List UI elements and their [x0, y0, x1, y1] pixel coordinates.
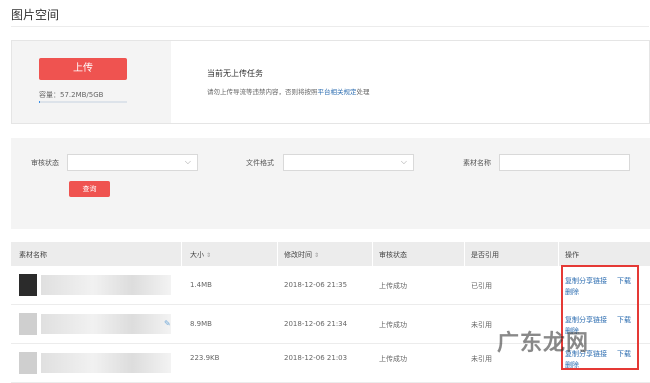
platform-rules-link[interactable]: 平台相关规定 [318, 88, 357, 96]
file-format-select[interactable]: ⌵ [283, 154, 414, 171]
material-name-obscured [41, 353, 171, 373]
copy-share-link[interactable]: 复制分享链接 [565, 315, 607, 325]
modified-cell: 2018-12-06 21:35 [284, 281, 348, 289]
upload-area: 上传 容量：57.2MB/5GB [12, 41, 171, 123]
delete-link[interactable]: 删除 [565, 287, 579, 297]
download-link[interactable]: 下载 [617, 315, 631, 325]
download-link[interactable]: 下载 [617, 276, 631, 286]
storage-quota: 容量：57.2MB/5GB [39, 91, 104, 99]
sort-icon[interactable]: ⇕ [206, 252, 211, 259]
header-name: 素材名称 [19, 251, 47, 259]
header-modified[interactable]: 修改时间 ⇕ [284, 250, 319, 260]
filter-panel: 审核状态 ⌵ 文件格式 ⌵ 素材名称 查询 [11, 138, 650, 229]
chevron-down-icon: ⌵ [184, 157, 191, 166]
notice-suffix: 处理 [356, 88, 370, 96]
column-divider [464, 242, 465, 266]
size-cell: 223.9KB [190, 354, 220, 362]
file-format-label: 文件格式 [246, 159, 274, 167]
header-size-label: 大小 [190, 251, 204, 259]
size-cell: 8.9MB [190, 320, 212, 328]
download-link[interactable]: 下载 [617, 349, 631, 359]
table-row: 1.4MB 2018-12-06 21:35 上传成功 已引用 复制分享链接 下… [11, 266, 650, 305]
column-divider [277, 242, 278, 266]
referenced-cell: 未引用 [471, 355, 492, 363]
header-modified-label: 修改时间 [284, 251, 312, 259]
modified-cell: 2018-12-06 21:34 [284, 320, 348, 328]
edit-icon[interactable]: ✎ [164, 319, 171, 328]
material-name-obscured [41, 314, 171, 334]
column-divider [558, 242, 559, 266]
material-thumbnail[interactable] [19, 313, 37, 335]
review-cell: 上传成功 [379, 355, 407, 363]
chevron-down-icon: ⌵ [400, 157, 407, 166]
header-referenced: 是否引用 [471, 251, 499, 259]
upload-task-status: 当前无上传任务 [207, 69, 263, 78]
notice-prefix: 请勿上传导流等违禁内容，否则将按照 [207, 88, 318, 96]
review-status-select[interactable]: ⌵ [67, 154, 198, 171]
sort-icon[interactable]: ⇕ [314, 252, 319, 259]
upload-notice: 请勿上传导流等违禁内容，否则将按照平台相关规定处理 [207, 86, 370, 96]
material-name-input[interactable] [499, 154, 630, 171]
header-review: 审核状态 [379, 251, 407, 259]
table-header: 素材名称 大小 ⇕ 修改时间 ⇕ 审核状态 是否引用 操作 [11, 242, 650, 266]
header-actions: 操作 [565, 251, 579, 259]
title-divider [11, 26, 649, 27]
review-cell: 上传成功 [379, 282, 407, 290]
material-thumbnail[interactable] [19, 352, 37, 374]
copy-share-link[interactable]: 复制分享链接 [565, 276, 607, 286]
referenced-cell: 已引用 [471, 282, 492, 290]
referenced-cell: 未引用 [471, 321, 492, 329]
query-button[interactable]: 查询 [69, 181, 110, 197]
review-status-label: 审核状态 [31, 159, 59, 167]
header-size[interactable]: 大小 ⇕ [190, 250, 211, 260]
quota-progress-bar [39, 101, 127, 103]
column-divider [181, 242, 182, 266]
size-cell: 1.4MB [190, 281, 212, 289]
material-name-obscured [41, 275, 171, 295]
material-thumbnail[interactable] [19, 274, 37, 296]
review-cell: 上传成功 [379, 321, 407, 329]
modified-cell: 2018-12-06 21:03 [284, 354, 348, 362]
column-divider [372, 242, 373, 266]
watermark: 广东龙网 [497, 331, 590, 356]
upload-button[interactable]: 上传 [39, 58, 127, 80]
quota-progress-fill [39, 101, 40, 103]
delete-link[interactable]: 删除 [565, 360, 579, 370]
page-title: 图片空间 [11, 8, 60, 22]
upload-panel: 上传 容量：57.2MB/5GB 当前无上传任务 请勿上传导流等违禁内容，否则将… [11, 40, 650, 124]
material-name-label: 素材名称 [463, 159, 491, 167]
